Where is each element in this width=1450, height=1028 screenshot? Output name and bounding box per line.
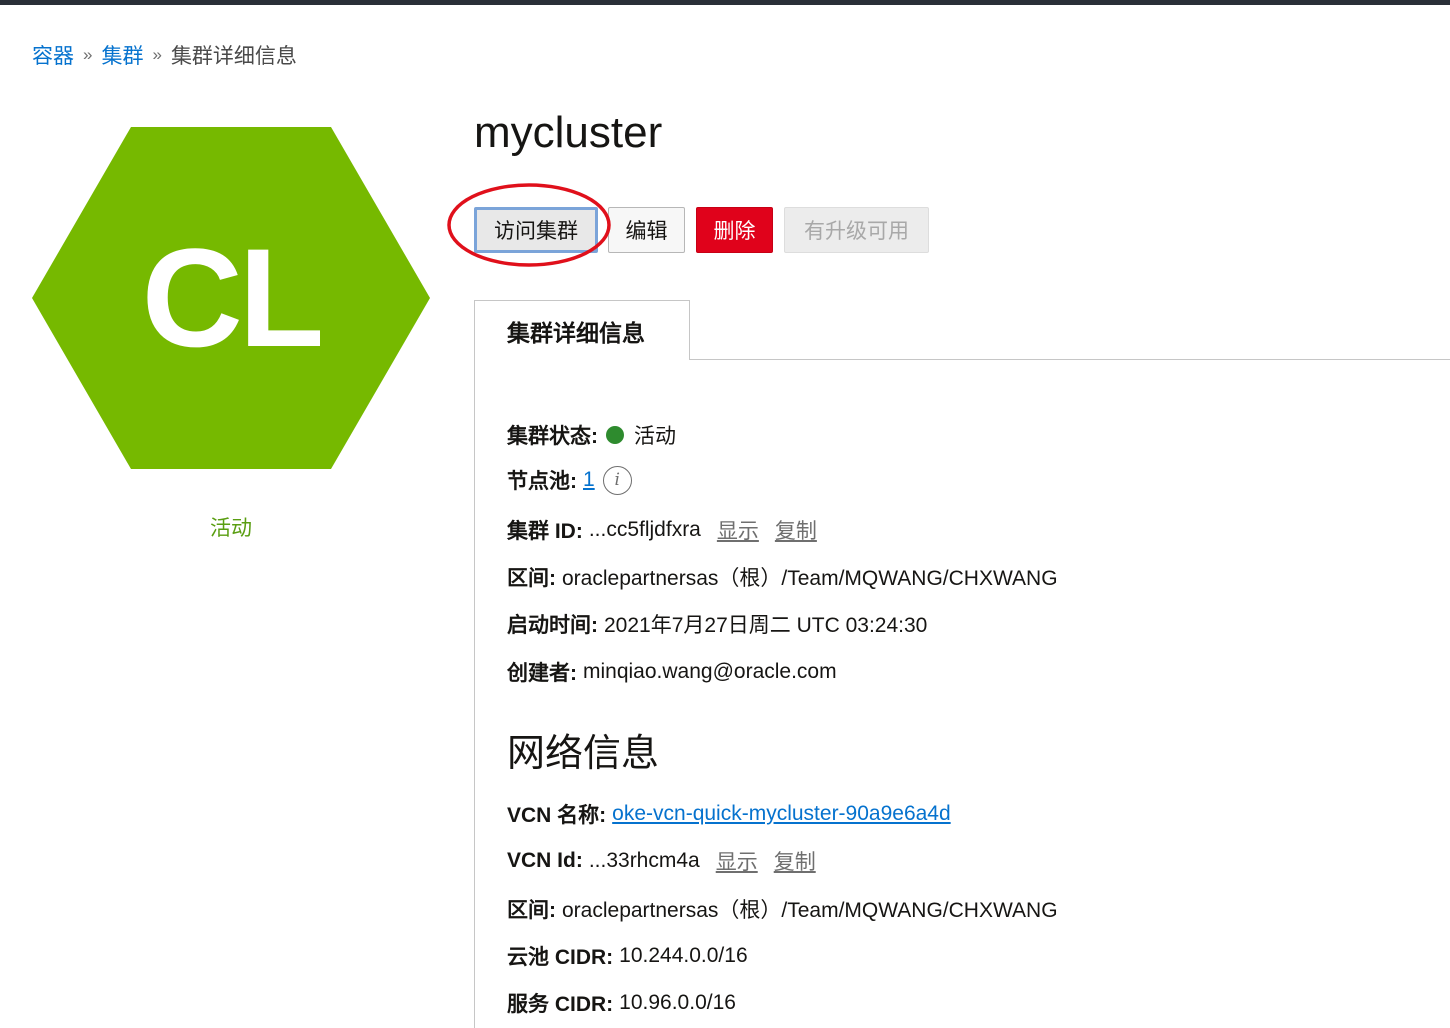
network-compartment-row: 区间: oraclepartnersas（根）/Team/MQWANG/CHXW… bbox=[507, 894, 1058, 924]
compartment-label: 区间: bbox=[507, 567, 556, 590]
started-label: 启动时间: bbox=[507, 614, 598, 637]
pod-cidr-row: 云池 CIDR: 10.244.0.0/16 bbox=[507, 941, 748, 971]
cluster-initials: CL bbox=[141, 219, 325, 376]
compartment-row: 区间: oraclepartnersas（根）/Team/MQWANG/CHXW… bbox=[507, 562, 1058, 592]
cluster-id-value: ...cc5fljdfxra bbox=[588, 518, 701, 541]
details-panel-border bbox=[474, 300, 475, 1028]
network-compartment-label: 区间: bbox=[507, 899, 556, 922]
top-bar bbox=[0, 0, 1450, 5]
service-cidr-row: 服务 CIDR: 10.96.0.0/16 bbox=[507, 988, 736, 1018]
breadcrumb-clusters-link[interactable]: 集群 bbox=[101, 40, 143, 70]
started-value: 2021年7月27日周二 UTC 03:24:30 bbox=[604, 614, 928, 637]
show-cluster-id-link[interactable]: 显示 bbox=[717, 515, 759, 545]
tab-cluster-details[interactable]: 集群详细信息 bbox=[474, 300, 690, 360]
red-ellipse-highlight bbox=[447, 183, 611, 267]
cluster-status-row: 集群状态: 活动 bbox=[507, 420, 676, 450]
compartment-value: oraclepartnersas（根）/Team/MQWANG/CHXWANG bbox=[562, 567, 1058, 590]
delete-button[interactable]: 删除 bbox=[696, 207, 773, 253]
breadcrumb-current: 集群详细信息 bbox=[170, 45, 297, 68]
breadcrumb-separator: » bbox=[83, 45, 93, 64]
page-title: mycluster bbox=[474, 108, 663, 157]
copy-vcn-id-link[interactable]: 复制 bbox=[774, 846, 816, 876]
breadcrumb-separator: » bbox=[152, 45, 162, 64]
creator-row: 创建者: minqiao.wang@oracle.com bbox=[507, 657, 837, 687]
network-info-heading: 网络信息 bbox=[507, 733, 660, 775]
show-vcn-id-link[interactable]: 显示 bbox=[716, 846, 758, 876]
service-cidr-label: 服务 CIDR: bbox=[507, 993, 614, 1016]
status-dot-icon bbox=[606, 426, 624, 444]
vcn-id-row: VCN Id: ...33rhcm4a 显示 复制 bbox=[507, 846, 816, 876]
vcn-name-row: VCN 名称: oke-vcn-quick-mycluster-90a9e6a4… bbox=[507, 799, 951, 829]
pod-cidr-value: 10.244.0.0/16 bbox=[619, 944, 748, 967]
vcn-name-link[interactable]: oke-vcn-quick-mycluster-90a9e6a4d bbox=[612, 802, 951, 826]
vcn-name-label: VCN 名称: bbox=[507, 804, 607, 827]
pod-cidr-label: 云池 CIDR: bbox=[507, 946, 614, 969]
cluster-id-row: 集群 ID: ...cc5fljdfxra 显示 复制 bbox=[507, 515, 817, 545]
cluster-status-value: 活动 bbox=[634, 425, 676, 448]
cluster-id-label: 集群 ID: bbox=[507, 520, 583, 543]
creator-value: minqiao.wang@oracle.com bbox=[583, 660, 837, 683]
cluster-lifecycle-status: 活动 bbox=[210, 517, 252, 540]
edit-button[interactable]: 编辑 bbox=[608, 207, 685, 253]
tab-strip-divider bbox=[689, 359, 1450, 360]
copy-cluster-id-link[interactable]: 复制 bbox=[775, 515, 817, 545]
node-pools-count-link[interactable]: 1 bbox=[583, 468, 595, 492]
upgrade-available-button: 有升级可用 bbox=[784, 207, 929, 253]
breadcrumb-containers-link[interactable]: 容器 bbox=[32, 40, 74, 70]
network-compartment-value: oraclepartnersas（根）/Team/MQWANG/CHXWANG bbox=[562, 899, 1058, 922]
breadcrumb: 容器 » 集群 » 集群详细信息 bbox=[32, 40, 297, 70]
started-row: 启动时间: 2021年7月27日周二 UTC 03:24:30 bbox=[507, 609, 927, 639]
info-icon[interactable]: i bbox=[602, 465, 632, 495]
vcn-id-label: VCN Id: bbox=[507, 849, 583, 872]
creator-label: 创建者: bbox=[507, 662, 577, 685]
node-pools-row: 节点池: 1 i bbox=[507, 465, 632, 495]
service-cidr-value: 10.96.0.0/16 bbox=[619, 991, 736, 1014]
node-pools-label: 节点池: bbox=[507, 470, 577, 493]
cluster-hexagon-icon: CL bbox=[32, 127, 430, 469]
cluster-status-label: 集群状态: bbox=[507, 425, 598, 448]
vcn-id-value: ...33rhcm4a bbox=[588, 849, 700, 872]
